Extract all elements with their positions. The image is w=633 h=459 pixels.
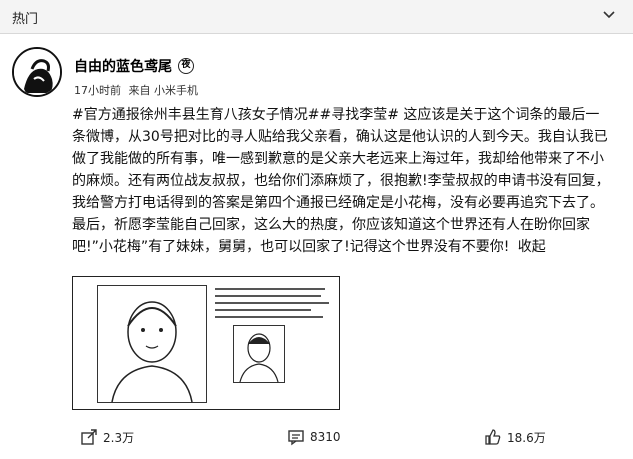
action-bar: 2.3万 8310 18.6万 bbox=[0, 424, 633, 452]
post-meta: 17小时前 来自 小米手机 bbox=[74, 82, 202, 98]
avatar-image bbox=[14, 49, 60, 95]
share-icon bbox=[81, 429, 97, 445]
avatar[interactable] bbox=[12, 47, 62, 97]
author: 自由的蓝色鸢尾 夜 bbox=[74, 56, 194, 76]
comment-count: 8310 bbox=[310, 430, 341, 444]
comment-icon bbox=[288, 430, 304, 446]
small-portrait bbox=[233, 325, 285, 383]
chevron-down-icon[interactable] bbox=[601, 6, 617, 22]
share-count: 2.3万 bbox=[103, 430, 135, 445]
thumbs-up-icon bbox=[485, 429, 501, 445]
collapse-link[interactable]: 收起 bbox=[518, 239, 546, 255]
page-title: 热门 bbox=[12, 12, 39, 27]
like-count: 18.6万 bbox=[507, 430, 546, 445]
post-image[interactable] bbox=[72, 276, 340, 410]
post-time: 17小时前 bbox=[74, 84, 121, 97]
post-source: 来自 小米手机 bbox=[128, 84, 199, 97]
share-button[interactable]: 2.3万 bbox=[80, 428, 134, 446]
post-text: #官方通报徐州丰县生育八孩女子情况##寻找李莹# 这应该是关于这个词条的最后一条… bbox=[72, 107, 610, 255]
portrait-photo bbox=[97, 285, 207, 403]
badge-icon: 夜 bbox=[178, 58, 194, 74]
like-button[interactable]: 18.6万 bbox=[484, 428, 546, 446]
comment-button[interactable]: 8310 bbox=[287, 428, 341, 446]
post-content: #官方通报徐州丰县生育八孩女子情况##寻找李莹# 这应该是关于这个词条的最后一条… bbox=[72, 104, 612, 258]
author-name[interactable]: 自由的蓝色鸢尾 bbox=[74, 56, 172, 76]
top-bar: 热门 bbox=[0, 0, 633, 34]
